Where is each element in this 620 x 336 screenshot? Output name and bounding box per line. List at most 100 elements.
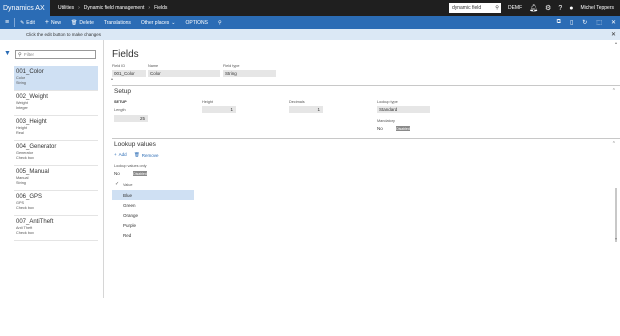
translations-button[interactable]: Translations <box>99 16 136 29</box>
list-item[interactable]: 007_AntiTheft Anti Theft Check box <box>14 216 98 241</box>
list-item[interactable]: 006_GPS GPS Check box <box>14 191 98 216</box>
list-item-type: String <box>16 181 26 185</box>
breadcrumb-item-dynamic-field-management[interactable]: Dynamic field management <box>84 5 145 11</box>
list-item-title: 002_Weight <box>16 94 48 100</box>
value-cell: Orange <box>123 212 139 218</box>
details-pane: Fields Field ID 001_Color Name Color Fie… <box>112 40 620 298</box>
refresh-icon[interactable]: ↻ <box>582 19 587 26</box>
list-item[interactable]: 004_Generator Generator Check box <box>14 141 98 166</box>
close-icon[interactable]: ✕ <box>611 31 616 38</box>
app-title[interactable]: Dynamics AX <box>0 0 50 16</box>
list-item-type: Check box <box>16 156 34 160</box>
value-cell: Red <box>123 232 132 238</box>
field-id-label: Field ID <box>112 64 126 68</box>
breadcrumb-item-utilities[interactable]: Utilities <box>58 5 74 11</box>
lookup-values-header[interactable]: Lookup values <box>114 141 156 148</box>
value-column-header[interactable]: Value <box>123 183 132 187</box>
trash-icon: 🗑︎ <box>71 19 78 26</box>
search-value: dynamic field <box>451 5 482 11</box>
top-bar: Dynamics AX Utilities › Dynamic field ma… <box>0 0 620 16</box>
remove-button[interactable]: 🗑︎ Remove <box>134 152 158 158</box>
search-icon[interactable]: ⚲ <box>213 16 227 29</box>
list-item-title: 007_AntiTheft <box>16 219 54 225</box>
list-item[interactable]: 003_Height Height Real <box>14 116 98 141</box>
add-button[interactable]: + Add <box>114 152 127 157</box>
lookup-values-only-toggle[interactable]: Disabled <box>133 171 147 176</box>
office-icon[interactable]: ▯ <box>570 19 573 26</box>
setup-section: Setup ⌃ SETUP Length 25 Height 1 Decimal… <box>112 85 620 138</box>
new-button[interactable]: + New <box>40 16 66 29</box>
name-field[interactable]: Color <box>148 70 220 77</box>
other-places-button[interactable]: Other places ⌄ <box>136 16 181 29</box>
value-cell: Green <box>123 202 136 208</box>
connector-icon[interactable]: ⧉ <box>557 19 561 26</box>
value-cell: Blue <box>123 192 133 198</box>
list-item-type: Integer <box>16 106 28 110</box>
list-item[interactable]: 005_Manual Manual String <box>14 166 98 191</box>
mandatory-toggle[interactable]: Disabled <box>396 126 410 131</box>
table-row[interactable]: Blue <box>112 190 194 200</box>
close-icon[interactable]: ✕ <box>611 19 616 26</box>
setup-group-label: SETUP <box>114 100 127 104</box>
chevron-down-icon: ⌄ <box>171 19 176 26</box>
field-type-field[interactable]: String <box>223 70 276 77</box>
company-selector[interactable]: DEMF <box>508 5 522 11</box>
popout-icon[interactable]: ⬚ <box>596 19 602 26</box>
remove-label: Remove <box>141 152 159 158</box>
new-label: New <box>51 19 62 26</box>
scroll-down-icon[interactable]: ▾ <box>615 236 617 241</box>
grid-header: ✓ Value <box>112 180 194 190</box>
height-field[interactable]: 1 <box>202 106 236 113</box>
options-button[interactable]: OPTIONS <box>180 16 213 29</box>
message-bar: Click the edit button to make changes ✕ <box>0 29 620 40</box>
list-item[interactable]: 002_Weight Weight Integer <box>14 91 98 116</box>
table-row[interactable]: Red <box>112 230 194 240</box>
lookup-values-only-value: No <box>114 171 120 176</box>
scroll-thumb[interactable] <box>615 188 617 242</box>
height-label: Height <box>202 100 213 104</box>
list-pane: ⚲ Filter 001_Color Color String 002_Weig… <box>12 40 113 298</box>
decimals-field[interactable]: 1 <box>289 106 323 113</box>
list-item-type: Check box <box>16 206 34 210</box>
breadcrumb-item-fields[interactable]: Fields <box>154 5 167 11</box>
mandatory-value: No <box>377 126 383 131</box>
list-item[interactable]: 001_Color Color String <box>14 66 98 91</box>
lookup-type-select[interactable]: Standard <box>377 106 430 113</box>
delete-button[interactable]: 🗑︎ Delete <box>66 16 99 29</box>
lookup-values-grid: ✓ Value Blue Green Orange Purple Red <box>112 180 194 240</box>
global-search-input[interactable]: dynamic field ⚲ <box>448 3 501 13</box>
details-scrollbar[interactable]: ▴ ▾ <box>615 40 618 298</box>
list-item-title: 006_GPS <box>16 194 43 200</box>
user-name[interactable]: Michel Teppers <box>580 5 614 11</box>
filter-input[interactable]: ⚲ Filter <box>15 50 96 59</box>
action-bar-right: ⧉ ▯ ↻ ⬚ ✕ <box>557 16 616 29</box>
gear-icon[interactable]: ⚙ <box>545 5 551 12</box>
mandatory-label: Mandatory <box>377 119 395 123</box>
search-icon: ⚲ <box>18 52 22 58</box>
list-item-title: 003_Height <box>16 119 47 125</box>
decimals-label: Decimals <box>289 100 305 104</box>
breadcrumb: Utilities › Dynamic field management › F… <box>58 5 167 11</box>
table-row[interactable]: Green <box>112 200 194 210</box>
menu-icon[interactable]: ≡ <box>0 16 14 29</box>
top-bar-right: dynamic field ⚲ DEMF 🔔︎ ⚙ ? ● Michel Tep… <box>448 0 620 16</box>
translations-label: Translations <box>103 19 131 26</box>
scroll-up-icon[interactable]: ▴ <box>615 40 617 45</box>
length-field[interactable]: 25 <box>114 115 148 122</box>
avatar[interactable]: ● <box>569 5 573 12</box>
bell-icon[interactable]: 🔔︎ <box>529 5 538 12</box>
table-row[interactable]: Orange <box>112 210 194 220</box>
table-row[interactable]: Purple <box>112 220 194 230</box>
help-icon[interactable]: ? <box>558 5 562 12</box>
search-icon[interactable]: ⚲ <box>495 5 501 11</box>
field-list: 001_Color Color String 002_Weight Weight… <box>14 66 98 241</box>
edit-button[interactable]: ✎ Edit <box>15 16 40 29</box>
trash-icon: 🗑︎ <box>134 152 140 157</box>
filter-icon[interactable]: ▼ <box>4 50 11 57</box>
chevron-right-icon: › <box>148 5 151 11</box>
field-id-field[interactable]: 001_Color <box>112 70 146 77</box>
check-icon[interactable]: ✓ <box>115 181 119 187</box>
name-label: Name <box>148 64 159 68</box>
delete-label: Delete <box>79 19 94 26</box>
setup-header[interactable]: Setup <box>114 88 131 95</box>
